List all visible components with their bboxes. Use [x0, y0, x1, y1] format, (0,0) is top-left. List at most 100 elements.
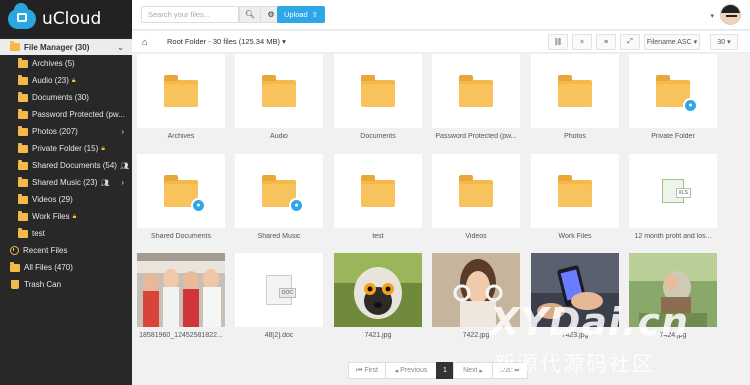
sidebar-item-all-files[interactable]: All Files (470)	[0, 259, 132, 276]
users-icon: 👥︎	[119, 162, 129, 170]
per-page-select[interactable]: 30 ▾	[710, 34, 738, 50]
sidebar-item-password-protected[interactable]: Password Protected (pw...	[0, 106, 132, 123]
sidebar-item-file-manager[interactable]: File Manager (30) ⌄	[0, 39, 132, 55]
file-name: Private Folder	[651, 133, 695, 140]
file-tile[interactable]: Password Protected (pw...	[432, 54, 520, 155]
pagination-previous-label: Previous	[400, 367, 428, 374]
file-tile[interactable]: ● Private Folder	[629, 54, 717, 155]
file-thumbnail[interactable]	[432, 54, 520, 128]
sidebar-item-label: Archives (5)	[32, 59, 75, 68]
sort-select[interactable]: Filename ASC ▾	[644, 34, 700, 50]
app-logo[interactable]: uCloud	[0, 0, 132, 37]
sidebar-item-trash-can[interactable]: Trash Can	[0, 276, 132, 293]
pagination-page-current[interactable]: 1	[436, 362, 454, 379]
chevron-down-icon[interactable]: ⌄	[117, 43, 124, 52]
file-tile[interactable]: Documents	[334, 54, 422, 155]
file-tile[interactable]: DOC 48[2].doc	[235, 253, 323, 354]
file-tile[interactable]: ● Shared Documents	[137, 154, 225, 255]
file-thumbnail[interactable]	[235, 54, 323, 128]
avatar[interactable]	[720, 4, 741, 25]
file-thumbnail[interactable]	[334, 253, 422, 327]
search-icon: 🔍︎	[244, 10, 256, 19]
sidebar-item-videos[interactable]: Videos (29)	[0, 191, 132, 208]
sidebar-item-audio[interactable]: Audio (23) 🔒︎	[0, 72, 132, 89]
sidebar-item-photos[interactable]: Photos (207) ›	[0, 123, 132, 140]
pagination-next-label: Next	[463, 367, 478, 374]
file-thumbnail[interactable]	[531, 54, 619, 128]
file-thumbnail[interactable]: ●	[137, 154, 225, 228]
trash-icon	[11, 280, 19, 289]
file-name: 7421.jpg	[364, 332, 392, 339]
file-thumbnail[interactable]	[432, 154, 520, 228]
folder-icon: ●	[656, 74, 698, 113]
link-button[interactable]: ⛓	[548, 34, 568, 50]
file-name: Work Files	[558, 233, 592, 240]
breadcrumb[interactable]: Root Folder - 30 files (125.34 MB) ▾	[167, 37, 286, 46]
sidebar-item-label: Documents (30)	[32, 93, 89, 102]
pagination-next[interactable]: Next ▸	[453, 362, 493, 379]
folder-icon	[18, 91, 28, 102]
chevron-down-icon[interactable]: ▾	[710, 12, 714, 20]
file-tile[interactable]: test	[334, 154, 422, 255]
file-thumbnail[interactable]: ●	[235, 154, 323, 228]
file-thumbnail[interactable]: DOC	[235, 253, 323, 327]
file-thumbnail[interactable]	[334, 54, 422, 128]
file-tile[interactable]: Archives	[137, 54, 225, 155]
folder-icon	[10, 41, 20, 51]
watermark-text: XYDai.cn	[490, 300, 690, 344]
sidebar-item-shared-documents[interactable]: Shared Documents (54) 👥︎	[0, 157, 132, 174]
file-tile[interactable]: 18581960_12452581822...	[137, 253, 225, 354]
folder-icon	[558, 174, 592, 207]
pagination-previous[interactable]: ◂ Previous	[385, 362, 437, 379]
home-icon[interactable]: ⌂	[142, 37, 147, 47]
sidebar-item-work-files[interactable]: Work Files 🔒︎	[0, 208, 132, 225]
close-button[interactable]: ×	[572, 34, 592, 50]
file-tile[interactable]: ● Shared Music	[235, 154, 323, 255]
upload-button[interactable]: Upload ⇧	[277, 6, 325, 23]
folder-icon	[18, 227, 28, 238]
search-input[interactable]	[141, 6, 239, 23]
sidebar-item-label: Recent Files	[23, 246, 68, 255]
file-tile[interactable]: Audio	[235, 54, 323, 155]
chevron-right-icon[interactable]: ›	[121, 178, 124, 187]
file-name: 12 month profit and los...	[634, 233, 712, 240]
file-tile[interactable]: Photos	[531, 54, 619, 155]
file-thumbnail[interactable]	[531, 154, 619, 228]
sidebar-item-shared-music[interactable]: Shared Music (23) 👥︎ ›	[0, 174, 132, 191]
app-name: uCloud	[42, 8, 102, 29]
folder-icon	[361, 174, 395, 207]
top-bar: 🔍︎ ⚙ Upload ⇧ ▾	[132, 0, 750, 30]
chevron-right-icon[interactable]: ›	[121, 127, 124, 136]
sidebar-item-documents[interactable]: Documents (30)	[0, 89, 132, 106]
upload-label: Upload	[283, 10, 308, 19]
fullscreen-button[interactable]: ⤢	[620, 34, 640, 50]
file-thumbnail[interactable]	[137, 253, 225, 327]
file-ext-label: XLS	[675, 188, 691, 198]
folder-icon	[164, 74, 198, 107]
photo-thumbnail-image	[137, 253, 225, 327]
file-tile[interactable]: Videos	[432, 154, 520, 255]
watermark-subtext: 新源代源码社区	[494, 352, 655, 376]
sidebar-item-test[interactable]: test	[0, 225, 132, 242]
sidebar-item-archives[interactable]: Archives (5)	[0, 55, 132, 72]
file-name: Videos	[465, 233, 487, 240]
folder-icon	[18, 176, 28, 187]
sidebar-item-recent-files[interactable]: Recent Files	[0, 242, 132, 259]
pagination-first[interactable]: ⏮ First	[348, 362, 386, 379]
file-name: Shared Documents	[151, 233, 211, 240]
sidebar-item-private-folder[interactable]: Private Folder (15) 🔒︎	[0, 140, 132, 157]
file-thumbnail[interactable]	[334, 154, 422, 228]
file-thumbnail[interactable]: ●	[629, 54, 717, 128]
sidebar-item-label: Videos (29)	[32, 195, 73, 204]
file-thumbnail[interactable]: XLS	[629, 154, 717, 228]
chevron-right-icon: ▸	[477, 367, 483, 375]
folder-icon: ●	[262, 174, 304, 213]
file-tile[interactable]: XLS 12 month profit and los...	[629, 154, 717, 255]
file-thumbnail[interactable]	[137, 54, 225, 128]
list-view-button[interactable]: ≡	[596, 34, 616, 50]
file-tile[interactable]: Work Files	[531, 154, 619, 255]
folder-icon	[18, 142, 28, 153]
search-button[interactable]: 🔍︎	[239, 6, 261, 23]
file-name: Documents	[360, 133, 396, 140]
file-tile[interactable]: 7421.jpg	[334, 253, 422, 354]
